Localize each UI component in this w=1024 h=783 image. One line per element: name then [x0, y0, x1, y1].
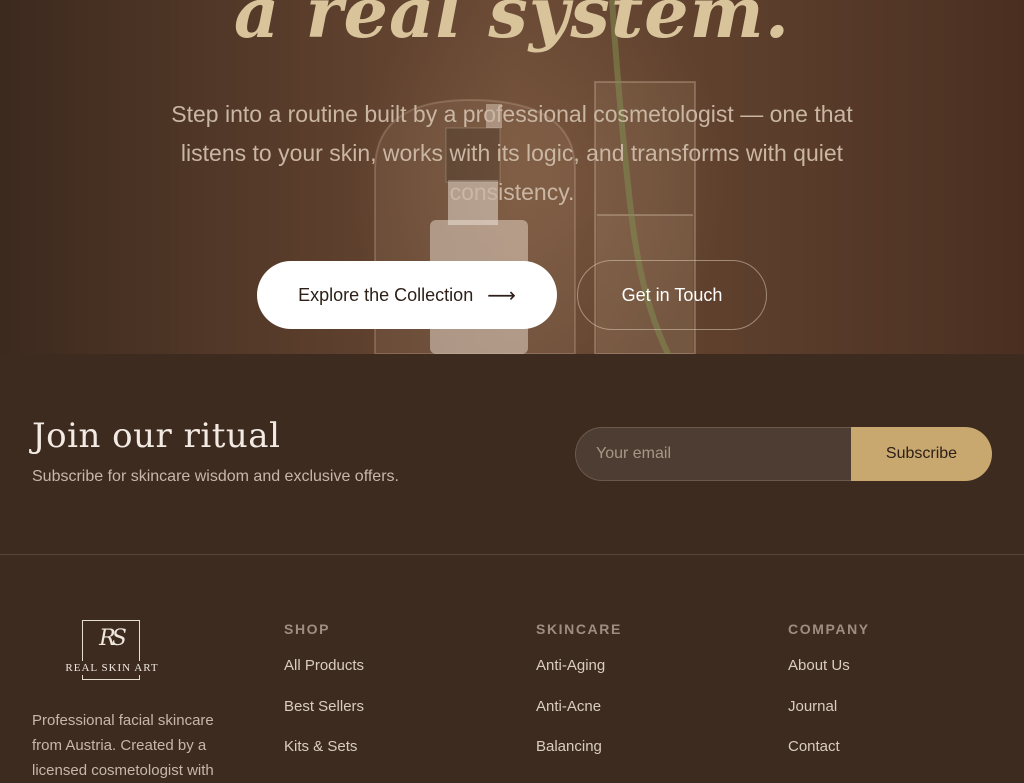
footer-link-about-us[interactable]: About Us: [788, 657, 870, 698]
footer-link-balancing[interactable]: Balancing: [536, 738, 622, 779]
newsletter-section: Join our ritual Subscribe for skincare w…: [0, 354, 1024, 555]
footer-link-anti-acne[interactable]: Anti-Acne: [536, 698, 622, 739]
footer-link-all-products[interactable]: All Products: [284, 657, 364, 698]
newsletter-title: Join our ritual: [32, 416, 281, 456]
footer-column-title: SHOP: [284, 621, 331, 637]
footer-column-skincare: SKINCARE Anti-Aging Anti-Acne Balancing: [536, 621, 622, 779]
explore-collection-button[interactable]: Explore the Collection ⟶: [257, 261, 557, 329]
explore-collection-label: Explore the Collection: [298, 284, 474, 305]
footer: RS REAL SKIN ART Professional facial ski…: [0, 555, 1024, 779]
footer-description: Professional facial skincare from Austri…: [32, 712, 214, 779]
hero-section: a real system. Step into a routine built…: [0, 0, 1024, 354]
logo-monogram: RS: [99, 626, 127, 651]
footer-column-company: COMPANY About Us Journal Contact: [788, 621, 870, 779]
logo-wordmark: REAL SKIN ART: [62, 661, 162, 675]
get-in-touch-button[interactable]: Get in Touch: [577, 260, 767, 330]
footer-link-contact[interactable]: Contact: [788, 738, 870, 779]
arrow-right-icon: ⟶: [487, 283, 516, 307]
footer-link-kits-sets[interactable]: Kits & Sets: [284, 738, 364, 779]
footer-link-best-sellers[interactable]: Best Sellers: [284, 698, 364, 739]
newsletter-form: Subscribe: [575, 427, 992, 481]
footer-link-anti-aging[interactable]: Anti-Aging: [536, 657, 622, 698]
footer-link-journal[interactable]: Journal: [788, 698, 870, 739]
hero-headline: a real system.: [233, 0, 791, 54]
footer-column-shop: SHOP All Products Best Sellers Kits & Se…: [284, 621, 364, 779]
newsletter-subtitle: Subscribe for skincare wisdom and exclus…: [32, 468, 399, 485]
hero-subtitle: Step into a routine built by a professio…: [171, 101, 853, 205]
subscribe-button[interactable]: Subscribe: [851, 427, 992, 481]
email-input[interactable]: [575, 427, 851, 481]
logo[interactable]: RS REAL SKIN ART: [62, 620, 162, 684]
footer-column-title: COMPANY: [788, 621, 870, 637]
footer-column-title: SKINCARE: [536, 621, 622, 637]
get-in-touch-label: Get in Touch: [621, 284, 723, 305]
